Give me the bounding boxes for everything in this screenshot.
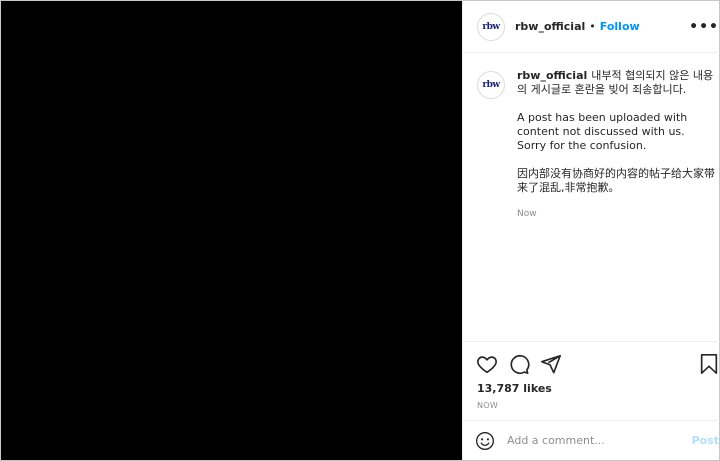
caption-english-text: A post has been uploaded with content no… <box>517 111 688 152</box>
comment-form: Post <box>463 420 720 460</box>
more-options-icon[interactable]: ••• <box>689 19 719 35</box>
caption-korean-paragraph: rbw_official 내부적 협의되지 않은 내용의 게시글로 혼란을 빚어 … <box>517 69 717 97</box>
emoji-icon[interactable] <box>475 430 497 452</box>
comments-section: rbw rbw_official 내부적 협의되지 않은 내용의 게시글로 혼란을… <box>463 53 720 342</box>
caption-body: rbw_official 내부적 협의되지 않은 내용의 게시글로 혼란을 빚어 … <box>517 69 717 221</box>
follow-button[interactable]: Follow <box>600 20 640 33</box>
comment-input[interactable] <box>507 434 692 447</box>
header-username[interactable]: rbw_official <box>515 20 585 33</box>
header-separator: • <box>589 20 596 33</box>
post-dialog: rbw rbw_official • Follow ••• rbw rbw_of… <box>0 0 720 461</box>
post-header: rbw rbw_official • Follow ••• <box>463 1 720 53</box>
caption-chinese-text: 因内部没有协商好的内容的帖子给大家带来了混乱,非常抱歉。 <box>517 167 715 194</box>
caption: rbw rbw_official 내부적 협의되지 않은 내용의 게시글로 혼란을… <box>477 69 717 221</box>
avatar-logo: rbw <box>482 21 500 32</box>
share-icon[interactable] <box>539 352 563 376</box>
post-timestamp[interactable]: NOW <box>463 398 720 420</box>
caption-avatar-logo: rbw <box>482 80 500 90</box>
comment-icon[interactable] <box>507 352 531 376</box>
caption-time[interactable]: Now <box>517 207 717 221</box>
avatar[interactable]: rbw <box>477 12 505 41</box>
heart-icon[interactable] <box>475 352 499 376</box>
post-comment-button[interactable]: Post <box>692 434 719 447</box>
post-media[interactable] <box>1 1 462 460</box>
caption-avatar[interactable]: rbw <box>477 71 505 99</box>
post-sidebar: rbw rbw_official • Follow ••• rbw rbw_of… <box>462 1 720 460</box>
caption-username[interactable]: rbw_official <box>517 69 587 82</box>
action-bar <box>463 342 720 380</box>
likes-count[interactable]: 13,787 likes <box>463 380 720 398</box>
bookmark-icon[interactable] <box>697 352 720 376</box>
